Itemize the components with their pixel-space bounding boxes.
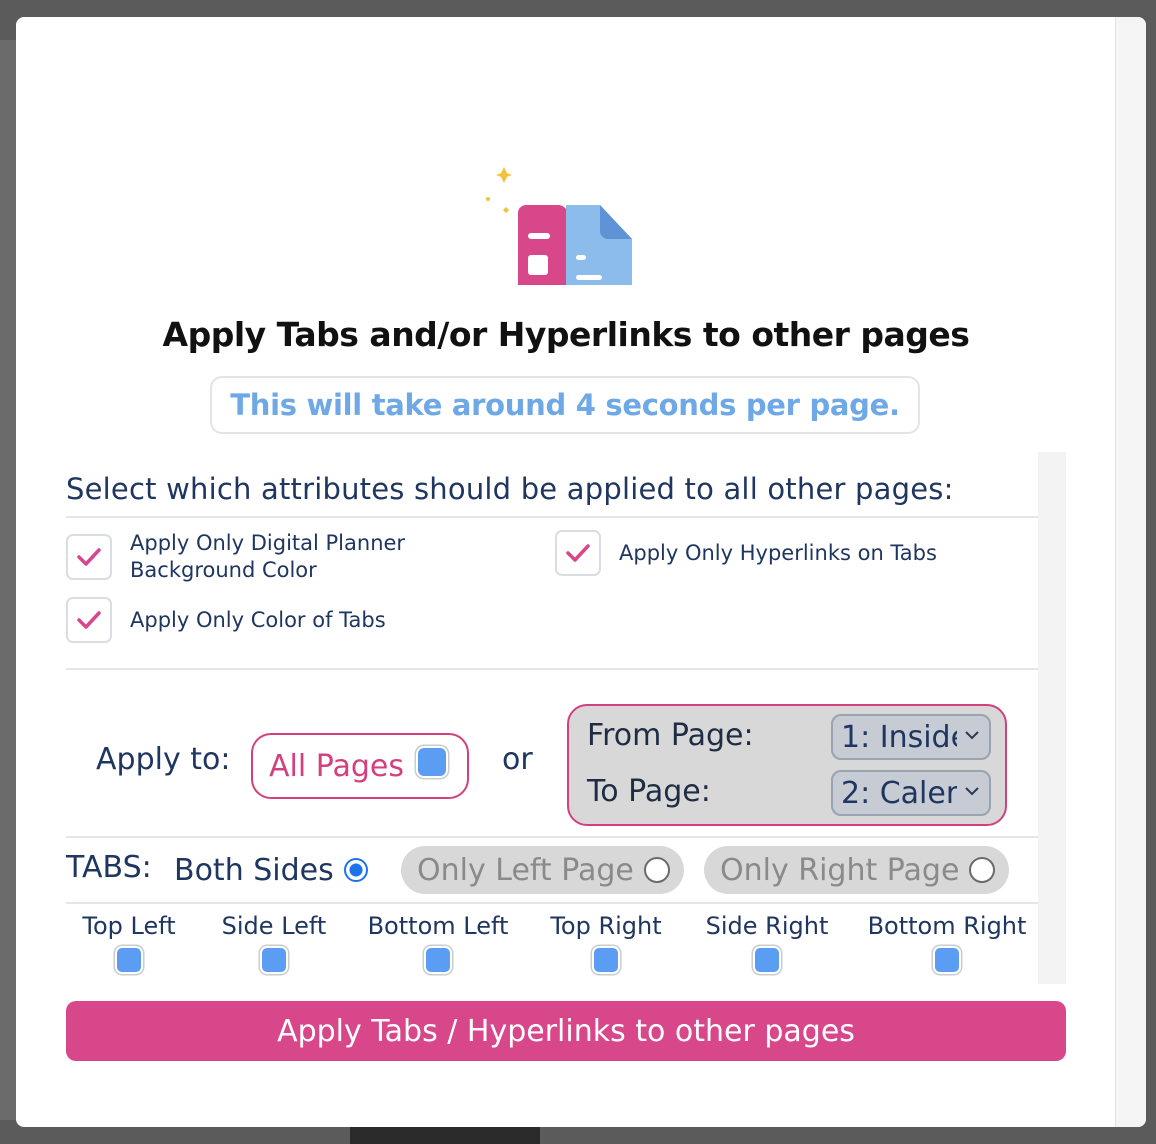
attr-background-color[interactable]: Apply Only Digital Planner Background Co… [66, 530, 450, 584]
position-checkbox[interactable] [594, 948, 618, 972]
position-side-right[interactable]: Side Right [704, 912, 830, 972]
position-label: Top Left [82, 912, 176, 940]
to-page-value: 2: Caler [841, 775, 957, 811]
option-label: Only Left Page [417, 852, 634, 888]
checkmark-icon [566, 544, 590, 562]
position-checkbox[interactable] [117, 948, 141, 972]
modal-title: Apply Tabs and/or Hyperlinks to other pa… [162, 315, 970, 354]
apply-tabs-button[interactable]: Apply Tabs / Hyperlinks to other pages [66, 1001, 1066, 1061]
duration-notice: This will take around 4 seconds per page… [210, 376, 920, 434]
position-side-left[interactable]: Side Left [218, 912, 330, 972]
divider [66, 516, 1038, 518]
divider [66, 668, 1038, 670]
attr-tab-color[interactable]: Apply Only Color of Tabs [66, 597, 386, 643]
to-page-select[interactable]: 2: Caler [831, 770, 991, 816]
all-pages-toggle[interactable]: All Pages [251, 733, 469, 799]
position-checkbox[interactable] [935, 948, 959, 972]
position-top-left[interactable]: Top Left [76, 912, 182, 972]
document-split-icon [486, 167, 632, 285]
divider [66, 902, 1038, 904]
apply-to-label: Apply to: [96, 742, 231, 777]
position-label: Bottom Right [867, 912, 1027, 940]
checkbox-hyperlinks[interactable] [555, 530, 601, 576]
position-label: Side Left [221, 912, 327, 940]
checkmark-icon [77, 611, 101, 629]
all-pages-label: All Pages [269, 748, 404, 784]
attributes-heading: Select which attributes should be applie… [66, 472, 954, 506]
position-top-right[interactable]: Top Right [548, 912, 664, 972]
divider [66, 836, 1038, 838]
from-page-label: From Page: [587, 718, 754, 753]
attr-hyperlinks[interactable]: Apply Only Hyperlinks on Tabs [555, 530, 937, 576]
position-label: Side Right [705, 912, 829, 940]
checkbox-tab-color[interactable] [66, 597, 112, 643]
option-only-left[interactable]: Only Left Page [401, 846, 684, 894]
position-checkbox[interactable] [426, 948, 450, 972]
radio-only-left[interactable] [643, 857, 670, 883]
position-bottom-right[interactable]: Bottom Right [866, 912, 1028, 972]
checkbox-background-color[interactable] [66, 534, 112, 580]
background-footer [350, 1126, 540, 1144]
chevron-down-icon [965, 731, 979, 740]
position-label: Bottom Left [367, 912, 509, 940]
apply-tabs-modal: Apply Tabs and/or Hyperlinks to other pa… [16, 17, 1146, 1127]
options-panel: Select which attributes should be applie… [66, 452, 1039, 984]
from-page-select[interactable]: 1: Inside [831, 714, 991, 760]
checkbox-label: Apply Only Hyperlinks on Tabs [619, 540, 937, 565]
option-label: Only Right Page [720, 852, 960, 888]
tabs-label: TABS: [66, 850, 152, 885]
position-checkbox[interactable] [755, 948, 779, 972]
chevron-down-icon [965, 787, 979, 796]
all-pages-checkbox[interactable] [418, 748, 446, 776]
background-strip [0, 40, 16, 1120]
checkmark-icon [77, 548, 101, 566]
checkbox-label: Apply Only Color of Tabs [130, 607, 386, 632]
to-page-label: To Page: [587, 774, 711, 809]
option-label: Both Sides [174, 852, 334, 888]
radio-only-right[interactable] [969, 857, 996, 883]
radio-both-sides[interactable] [343, 858, 368, 882]
or-label: or [502, 742, 533, 777]
option-only-right[interactable]: Only Right Page [704, 846, 1010, 894]
modal-scrollbar[interactable] [1115, 17, 1146, 1127]
page-range-box: From Page: 1: Inside To Page: 2: Caler [567, 704, 1007, 826]
panel-scrollbar[interactable] [1038, 452, 1066, 984]
checkbox-label: Apply Only Digital Planner Background Co… [130, 531, 406, 582]
option-both-sides[interactable]: Both Sides [174, 846, 368, 894]
from-page-value: 1: Inside [841, 719, 957, 755]
position-checkbox[interactable] [262, 948, 286, 972]
position-label: Top Right [550, 912, 662, 940]
position-bottom-left[interactable]: Bottom Left [366, 912, 510, 972]
